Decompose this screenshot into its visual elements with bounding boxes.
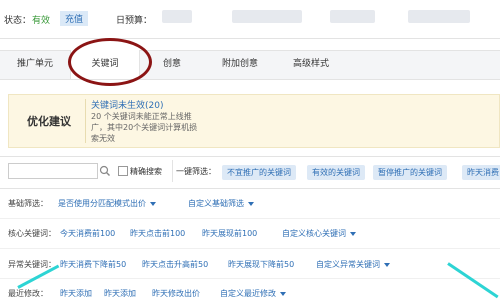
recent-link-custom[interactable]: 自定义最近修改	[220, 288, 286, 299]
recent-mods-label: 最近修改：	[8, 289, 48, 298]
search-icon[interactable]	[99, 164, 111, 178]
recent-link-added-1[interactable]: 昨天添加	[60, 288, 92, 299]
budget-label: 日预算：	[116, 16, 153, 26]
filter-divider	[172, 160, 173, 182]
core-link-yesterday-clicks[interactable]: 昨天点击前100	[130, 228, 185, 239]
chevron-down-icon	[384, 262, 390, 267]
abnormal-link-spend-drop[interactable]: 昨天消费下降前50	[60, 259, 126, 270]
filter-chip-yesterday-spend[interactable]: 昨天消费	[462, 165, 500, 180]
status-value: 有效	[32, 16, 51, 26]
annotation-line-right	[447, 262, 499, 299]
core-custom-text: 自定义核心关键词	[282, 229, 346, 238]
core-link-today-spend[interactable]: 今天消费前100	[60, 228, 115, 239]
basic-filter-label: 基础筛选：	[8, 199, 48, 208]
blurred-field-2	[330, 10, 375, 23]
abnormal-link-click-rise[interactable]: 昨天点击升高前50	[142, 259, 208, 270]
blurred-field-3	[408, 10, 470, 23]
advice-line-3: 索无效	[91, 134, 115, 143]
core-link-yesterday-impressions[interactable]: 昨天展现前100	[202, 228, 257, 239]
blurred-field-1	[232, 10, 302, 23]
chevron-down-icon	[350, 231, 356, 236]
advice-title: 优化建议	[27, 115, 71, 128]
filter-chip-unsuitable[interactable]: 不宜推广的关键词	[222, 165, 296, 180]
tab-extra-creative[interactable]: 附加创意	[206, 50, 274, 78]
core-keywords-label: 核心关键词：	[8, 229, 56, 238]
recent-link-bid-changed[interactable]: 昨天修改出价	[152, 288, 200, 299]
abnormal-link-impression-drop[interactable]: 昨天展现下降前50	[228, 259, 294, 270]
advice-line-2: 广，其中20个关键词计算机损	[91, 123, 198, 132]
chevron-down-icon	[280, 291, 286, 296]
core-link-custom[interactable]: 自定义核心关键词	[282, 228, 356, 239]
chevron-down-icon	[248, 201, 254, 206]
advice-panel: 优化建议 关键词未生效(20) 20 个关键词未能正常上线推 广，其中20个关键…	[8, 94, 500, 148]
abnormal-custom-text: 自定义异常关键词	[316, 260, 380, 269]
status-label: 状态：	[4, 16, 32, 26]
filter-chip-paused[interactable]: 暂停推广的关键词	[373, 165, 447, 180]
abnormal-link-custom[interactable]: 自定义异常关键词	[316, 259, 390, 270]
recharge-button[interactable]: 充值	[60, 11, 89, 26]
tab-ad-unit[interactable]: 推广单元	[0, 50, 70, 78]
quick-filter-label: 一键筛选：	[176, 167, 216, 176]
advice-divider	[85, 99, 86, 143]
custom-basic-filter-text: 自定义基础筛选	[188, 199, 244, 208]
advice-line-1: 20 个关键词未能正常上线推	[91, 112, 192, 121]
status-bar: 状态： 有效 充值 日预算：	[0, 0, 500, 38]
keyword-search-input[interactable]	[8, 163, 98, 179]
annotation-circle	[68, 38, 152, 86]
custom-basic-filter-link[interactable]: 自定义基础筛选	[188, 198, 254, 209]
recent-custom-text: 自定义最近修改	[220, 289, 276, 298]
filter-chip-valid[interactable]: 有效的关键词	[307, 165, 365, 180]
recent-link-added-2[interactable]: 昨天添加	[104, 288, 136, 299]
advice-heading[interactable]: 关键词未生效(20)	[91, 98, 163, 111]
match-mode-bid-link[interactable]: 是否使用分匹配模式出价	[58, 198, 156, 209]
budget-value-blurred	[162, 10, 192, 23]
tab-advanced-style[interactable]: 高级样式	[278, 50, 344, 78]
exact-search-checkbox[interactable]	[118, 166, 128, 176]
exact-search-label: 精确搜索	[130, 167, 162, 176]
chevron-down-icon	[150, 201, 156, 206]
match-mode-bid-text: 是否使用分匹配模式出价	[58, 199, 146, 208]
